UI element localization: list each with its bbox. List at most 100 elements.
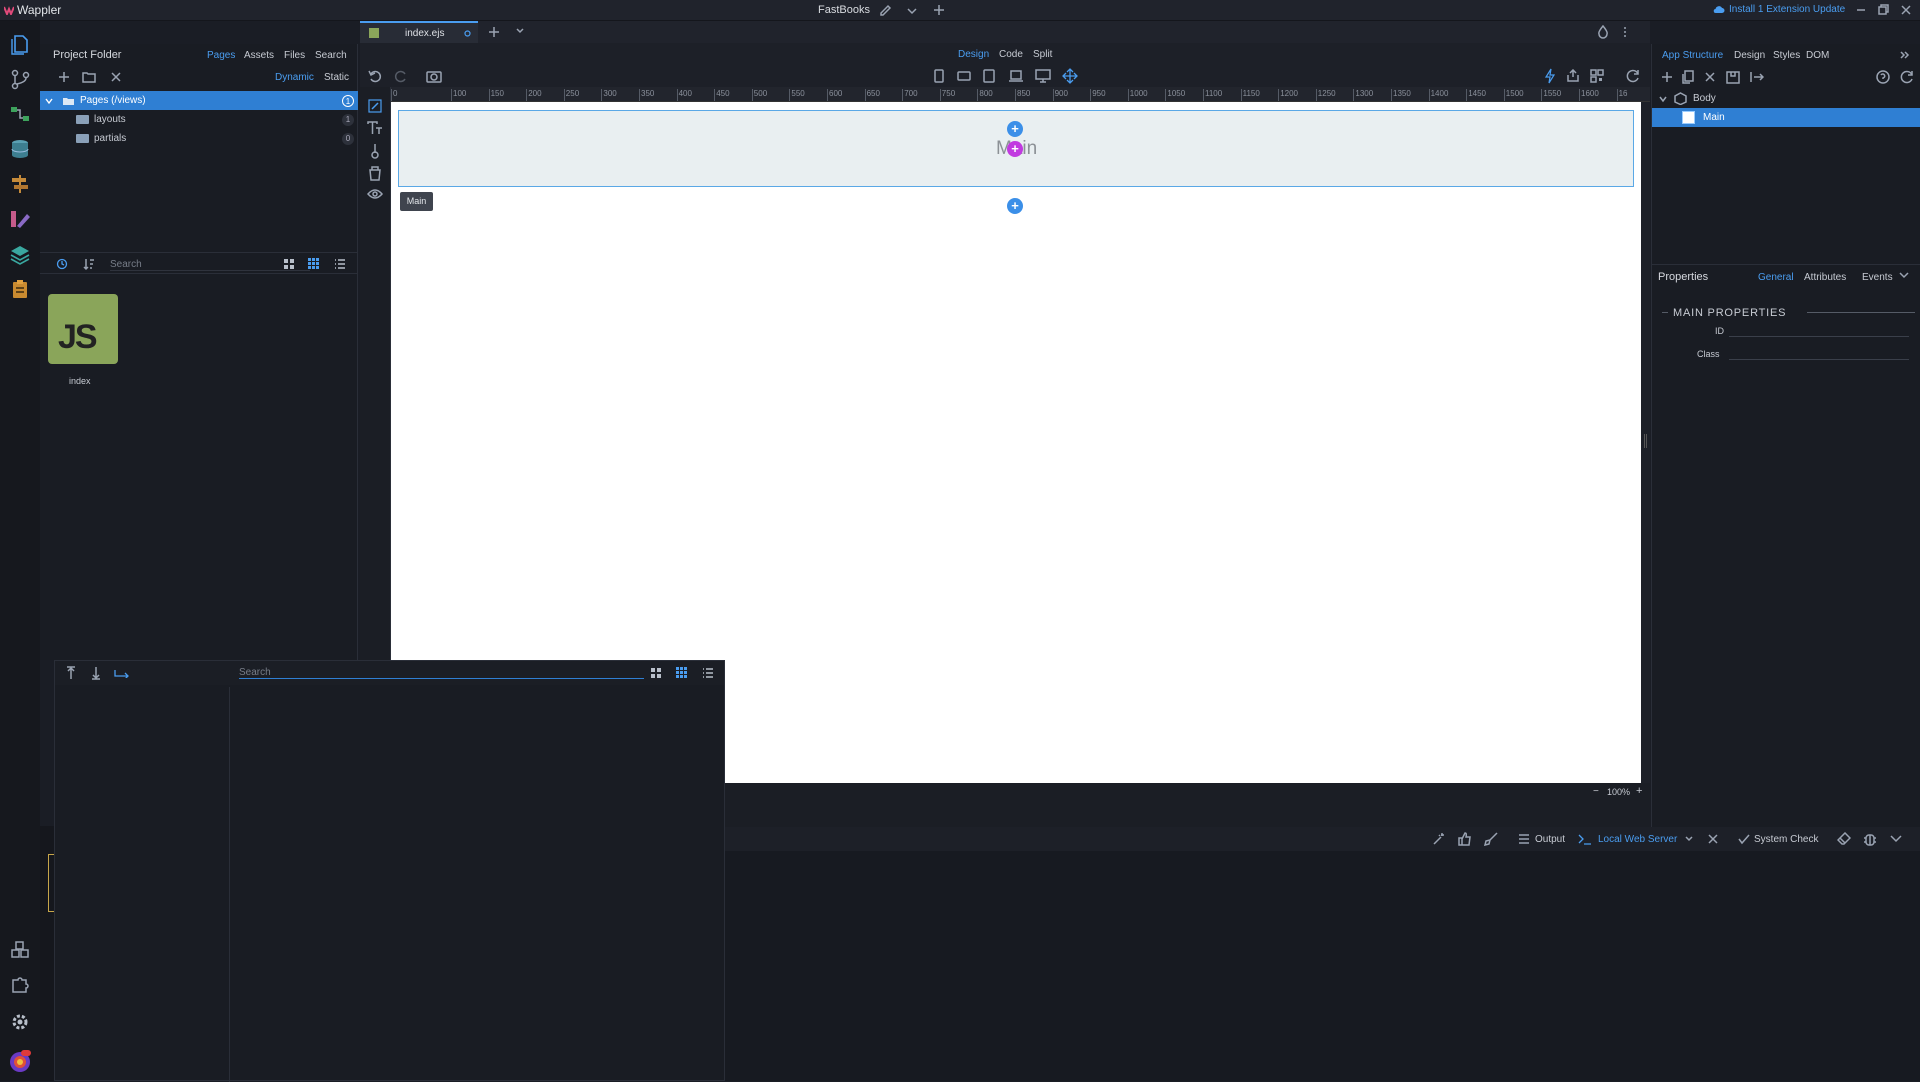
copy-icon[interactable]	[1682, 70, 1694, 84]
insert-before-button[interactable]: +	[1007, 121, 1023, 137]
chevron-down-icon[interactable]	[1898, 271, 1910, 281]
eraser-icon[interactable]	[1837, 832, 1851, 846]
small-grid-icon[interactable]	[676, 667, 688, 679]
extension-update-link[interactable]: Install 1 Extension Update	[1713, 4, 1845, 15]
zoom-out-button[interactable]: −	[1593, 786, 1599, 797]
tab-files[interactable]: Files	[284, 50, 305, 61]
zoom-in-button[interactable]: +	[1636, 785, 1642, 797]
tree-item-body[interactable]: Body	[1652, 89, 1920, 108]
extensions-icon[interactable]	[9, 939, 31, 961]
output-tab[interactable]: Output	[1535, 834, 1565, 845]
expand-panel-icon[interactable]	[1900, 50, 1910, 60]
routing-icon[interactable]	[9, 173, 31, 195]
clean-brush-icon[interactable]	[1484, 832, 1498, 846]
theme-icon[interactable]	[9, 208, 31, 230]
unsaved-indicator-icon[interactable]	[464, 30, 471, 37]
list-view-icon[interactable]	[334, 258, 346, 270]
magic-wand-icon[interactable]	[1432, 832, 1446, 846]
sort-icon[interactable]	[82, 257, 96, 271]
refresh-icon[interactable]	[1626, 69, 1640, 83]
desktop-icon[interactable]	[1035, 69, 1051, 83]
tab-search[interactable]: Search	[315, 50, 347, 61]
bottom-search-input[interactable]: Search	[239, 667, 644, 679]
undo-icon[interactable]	[368, 69, 382, 83]
tab-attributes[interactable]: Attributes	[1804, 272, 1846, 283]
pages-icon[interactable]	[9, 33, 31, 55]
tree-item-layouts[interactable]: layouts 1	[40, 110, 358, 129]
fit-width-icon[interactable]	[1062, 68, 1078, 84]
workflow-icon[interactable]	[9, 103, 31, 125]
new-folder-icon[interactable]	[82, 71, 96, 83]
mode-static[interactable]: Static	[324, 72, 349, 83]
close-window-icon[interactable]	[1900, 4, 1912, 16]
thermometer-icon[interactable]	[370, 143, 380, 159]
phone-landscape-icon[interactable]	[957, 69, 971, 83]
camera-icon[interactable]	[426, 69, 442, 83]
tasks-icon[interactable]	[9, 278, 31, 300]
design-edit-icon[interactable]	[368, 99, 382, 113]
mode-split[interactable]: Split	[1033, 49, 1052, 60]
laptop-icon[interactable]	[1008, 69, 1024, 83]
tab-general[interactable]: General	[1758, 272, 1794, 283]
help-icon[interactable]	[1876, 70, 1890, 84]
tree-item-pages[interactable]: Pages (/views) 1	[40, 91, 358, 110]
delete-icon[interactable]	[110, 71, 122, 83]
add-project-icon[interactable]	[933, 4, 945, 16]
file-search-input[interactable]: Search	[110, 259, 310, 271]
tab-styles[interactable]: Styles	[1773, 50, 1800, 61]
insert-after-button[interactable]: +	[1007, 198, 1023, 214]
tab-design[interactable]: Design	[1734, 50, 1765, 61]
bug-icon[interactable]	[1863, 832, 1877, 846]
new-tab-icon[interactable]	[488, 26, 500, 38]
bucket-icon[interactable]	[368, 165, 382, 181]
wrap-icon[interactable]	[1726, 70, 1740, 84]
tab-app-structure[interactable]: App Structure	[1662, 50, 1723, 61]
project-name[interactable]: FastBooks	[818, 4, 870, 16]
delete-component-icon[interactable]	[1704, 71, 1716, 83]
color-drop-icon[interactable]	[1597, 25, 1609, 39]
refresh-icon[interactable]	[1900, 70, 1914, 84]
local-web-server-tab[interactable]: Local Web Server	[1598, 834, 1677, 845]
tab-events[interactable]: Events	[1862, 272, 1893, 283]
qr-code-icon[interactable]	[1590, 69, 1604, 83]
large-grid-icon[interactable]	[283, 258, 295, 270]
menu-lines-icon[interactable]	[1518, 833, 1530, 845]
layers-icon[interactable]	[9, 243, 31, 265]
tab-dom[interactable]: DOM	[1806, 50, 1829, 61]
chevron-down-icon[interactable]	[1685, 836, 1693, 842]
chevron-down-icon[interactable]	[1890, 835, 1902, 843]
git-icon[interactable]	[9, 68, 31, 90]
small-grid-icon[interactable]	[308, 258, 320, 270]
preview-eye-icon[interactable]	[367, 188, 383, 200]
tab-pages[interactable]: Pages	[207, 50, 235, 61]
close-terminal-icon[interactable]	[1707, 833, 1719, 845]
large-grid-icon[interactable]	[650, 667, 662, 679]
thumbs-up-icon[interactable]	[1458, 832, 1472, 846]
more-menu-icon[interactable]	[1622, 25, 1628, 39]
text-format-icon[interactable]	[367, 121, 383, 135]
system-check-tab[interactable]: System Check	[1754, 834, 1818, 845]
settings-gear-icon[interactable]	[9, 1011, 31, 1033]
move-down-icon[interactable]	[90, 666, 102, 680]
field-id-input[interactable]	[1729, 325, 1909, 337]
terminal-icon[interactable]	[1578, 833, 1592, 845]
canvas-scrollbar[interactable]	[1641, 102, 1650, 783]
mode-code[interactable]: Code	[999, 49, 1023, 60]
field-class-input[interactable]	[1729, 348, 1909, 360]
tab-index-ejs[interactable]: index.ejs	[360, 21, 478, 43]
tree-item-main[interactable]: Main	[1652, 108, 1920, 127]
mode-dynamic[interactable]: Dynamic	[275, 72, 314, 83]
insert-inside-button[interactable]: +	[1007, 141, 1023, 157]
js-file-tile[interactable]: JS	[48, 294, 118, 364]
move-up-icon[interactable]	[65, 666, 77, 680]
mode-design[interactable]: Design	[958, 49, 989, 60]
database-icon[interactable]	[9, 138, 31, 160]
minimize-icon[interactable]	[1855, 4, 1867, 16]
restore-icon[interactable]	[1877, 4, 1889, 16]
tab-assets[interactable]: Assets	[244, 50, 274, 61]
wappler-pro-avatar[interactable]	[9, 1050, 31, 1072]
add-component-icon[interactable]	[1661, 71, 1673, 83]
chevron-down-icon[interactable]	[515, 27, 525, 35]
edit-project-icon[interactable]	[879, 4, 892, 17]
chevron-down-icon[interactable]	[906, 6, 918, 16]
